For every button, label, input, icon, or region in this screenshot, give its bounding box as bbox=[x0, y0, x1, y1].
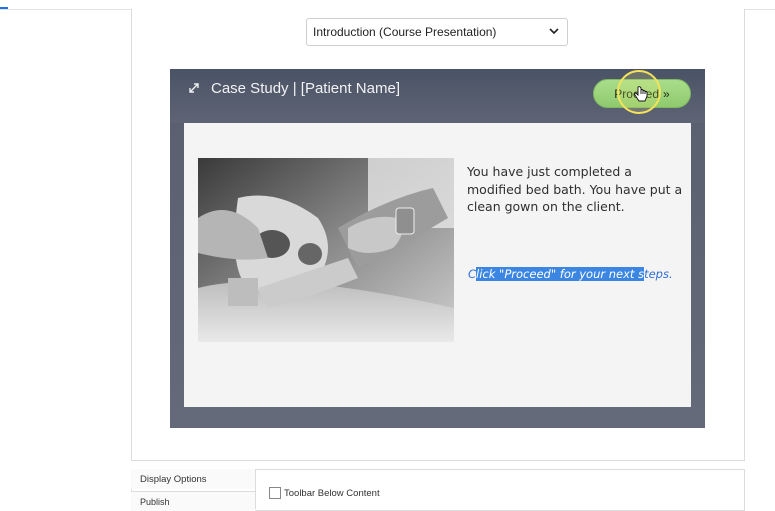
cta-suffix: teps. bbox=[644, 267, 673, 281]
proceed-button[interactable]: Proceed » bbox=[593, 79, 691, 108]
tab-divider bbox=[255, 469, 256, 509]
slide-instruction: Click "Proceed" for your next steps. bbox=[468, 267, 673, 281]
select-value: Introduction (Course Presentation) bbox=[313, 25, 497, 39]
photo-illustration bbox=[198, 158, 454, 342]
toolbar-below-content-label: Toolbar Below Content bbox=[284, 487, 380, 499]
expand-icon[interactable] bbox=[187, 81, 201, 95]
publish-tab[interactable]: Publish bbox=[131, 491, 255, 511]
presentation-title: Case Study | [Patient Name] bbox=[211, 80, 400, 97]
toolbar-below-content-checkbox[interactable] bbox=[269, 487, 281, 499]
display-options-tab[interactable]: Display Options bbox=[131, 469, 255, 489]
content-type-select[interactable]: Introduction (Course Presentation) bbox=[306, 18, 568, 46]
chevron-down-icon bbox=[549, 28, 559, 35]
double-chevron-right-icon: » bbox=[663, 86, 670, 101]
presentation-header: Case Study | [Patient Name] Proceed » bbox=[170, 69, 705, 123]
toolbar-below-content-option[interactable]: Toolbar Below Content bbox=[269, 487, 380, 499]
cta-selected-text: lick "Proceed" for your next s bbox=[476, 267, 645, 281]
slide-body-text: You have just completed a modified bed b… bbox=[467, 164, 683, 214]
slide-content: You have just completed a modified bed b… bbox=[184, 123, 691, 407]
proceed-label: Proceed bbox=[614, 86, 659, 101]
top-accent-indicator bbox=[0, 7, 8, 9]
cta-prefix: C bbox=[468, 267, 477, 281]
patient-care-photo bbox=[198, 158, 454, 342]
